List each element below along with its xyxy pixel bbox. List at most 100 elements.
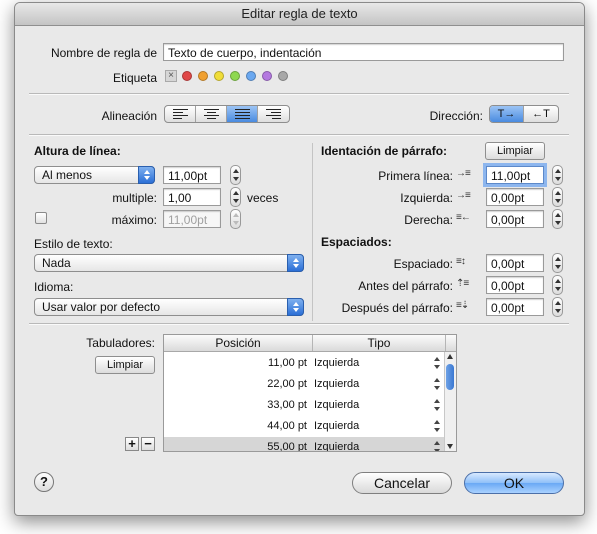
help-button[interactable]: ? [34,472,54,492]
scroll-up-icon[interactable] [447,354,453,359]
tab-type-cell[interactable]: Izquierda [314,395,359,415]
popup-arrow-icon [287,298,304,316]
scroll-down-icon[interactable] [447,444,453,449]
alignment-segmented-control [164,105,290,123]
language-label: Idioma: [34,280,74,294]
popup-arrow-icon [287,254,304,272]
direction-label: Dirección: [429,109,483,123]
line-height-value-field[interactable]: 11,00pt [163,166,221,184]
align-right-icon[interactable] [258,106,289,122]
before-paragraph-label: Antes del párrafo: [358,279,453,293]
tab-position-cell[interactable]: 22,00 pt [164,374,307,394]
table-row[interactable]: 22,00 pt Izquierda [164,374,446,394]
maximum-checkbox[interactable] [35,212,47,224]
first-line-field[interactable]: 11,00pt [486,166,544,184]
align-left-icon[interactable] [165,106,196,122]
alignment-label: Alineación [101,109,157,123]
direction-ltr-button[interactable]: T→ [490,106,525,122]
cancel-button[interactable]: Cancelar [352,472,452,494]
right-indent-icon: ≡← [456,212,471,223]
remove-tab-button[interactable]: − [141,437,155,451]
after-paragraph-field[interactable]: 0,00pt [486,298,544,316]
left-indent-stepper[interactable] [552,187,563,207]
tabs-label: Tabuladores: [86,336,155,350]
tabs-clear-button[interactable]: Limpiar [95,356,155,374]
separator [29,323,569,325]
indent-clear-button[interactable]: Limpiar [485,142,545,160]
add-tab-button[interactable]: + [125,437,139,451]
tag-color-dot[interactable] [262,71,272,81]
popup-arrow-icon [138,166,155,184]
tab-position-cell[interactable]: 11,00 pt [164,353,307,373]
rule-name-label: Nombre de regla de [50,46,157,60]
tab-type-popup-icon[interactable] [434,441,440,451]
align-center-icon[interactable] [196,106,227,122]
direction-rtl-button[interactable]: ←T [524,106,558,122]
separator [29,134,569,136]
multiple-unit-label: veces [247,191,279,205]
spacing-stepper[interactable] [552,253,563,273]
right-indent-field[interactable]: 0,00pt [486,210,544,228]
align-justify-icon[interactable] [227,106,258,122]
no-tag-icon[interactable]: × [165,70,177,82]
dialog-window: Editar regla de texto Nombre de regla de… [14,2,585,516]
column-header-type[interactable]: Tipo [313,335,446,351]
first-line-indent-icon: →≡ [456,168,471,179]
tab-type-popup-icon[interactable] [434,378,440,390]
tab-type-popup-icon[interactable] [434,399,440,411]
text-style-popup[interactable]: Nada [34,254,304,272]
tab-type-cell[interactable]: Izquierda [314,374,359,394]
tag-color-dot[interactable] [246,71,256,81]
tabs-table: Posición Tipo 11,00 pt Izquierda 22,00 pt I… [163,334,457,452]
spacing-field[interactable]: 0,00pt [486,254,544,272]
tab-type-popup-icon[interactable] [434,357,440,369]
tab-position-cell[interactable]: 55,00 pt [164,437,307,451]
right-indent-stepper[interactable] [552,209,563,229]
tab-position-cell[interactable]: 44,00 pt [164,416,307,436]
line-height-stepper[interactable] [230,165,241,185]
tab-type-cell[interactable]: Izquierda [314,437,359,451]
multiple-field[interactable]: 1,00 [163,188,221,206]
first-line-label: Primera línea: [378,169,453,183]
tag-color-dot[interactable] [230,71,240,81]
right-indent-label: Derecha: [404,213,453,227]
first-line-stepper[interactable] [552,165,563,185]
column-divider [312,143,313,321]
tab-type-cell[interactable]: Izquierda [314,416,359,436]
left-indent-label: Izquierda: [400,191,453,205]
spacing-title: Espaciados: [321,235,392,249]
window-title: Editar regla de texto [15,3,584,26]
column-header-position[interactable]: Posición [164,335,313,351]
space-after-icon: ≡⇣ [456,300,469,311]
tab-position-cell[interactable]: 33,00 pt [164,395,307,415]
scroll-thumb[interactable] [446,364,454,390]
text-style-label: Estilo de texto: [34,237,113,251]
tag-color-dot[interactable] [278,71,288,81]
maximum-field[interactable]: 11,00pt [163,210,221,228]
table-row[interactable]: 33,00 pt Izquierda [164,395,446,415]
line-height-mode-value: Al menos [42,168,93,182]
table-row[interactable]: 55,00 pt Izquierda [164,437,446,451]
before-paragraph-stepper[interactable] [552,275,563,295]
ok-button[interactable]: OK [464,472,564,494]
tab-type-cell[interactable]: Izquierda [314,353,359,373]
line-height-mode-popup[interactable]: Al menos [34,166,155,184]
tag-color-dot[interactable] [198,71,208,81]
after-paragraph-label: Después del párrafo: [341,301,453,315]
multiple-stepper[interactable] [230,187,241,207]
before-paragraph-field[interactable]: 0,00pt [486,276,544,294]
line-height-title: Altura de línea: [34,144,121,158]
spacing-label: Espaciado: [393,257,453,271]
tag-color-dot[interactable] [214,71,224,81]
table-row[interactable]: 44,00 pt Izquierda [164,416,446,436]
tag-color-dot[interactable] [182,71,192,81]
language-popup[interactable]: Usar valor por defecto [34,298,304,316]
tabs-scrollbar[interactable] [444,352,456,451]
rule-name-field[interactable]: Texto de cuerpo, indentación [163,43,564,61]
maximum-label: máximo: [111,213,157,227]
maximum-stepper[interactable] [230,209,241,229]
after-paragraph-stepper[interactable] [552,297,563,317]
left-indent-field[interactable]: 0,00pt [486,188,544,206]
table-row[interactable]: 11,00 pt Izquierda [164,353,446,373]
tab-type-popup-icon[interactable] [434,420,440,432]
